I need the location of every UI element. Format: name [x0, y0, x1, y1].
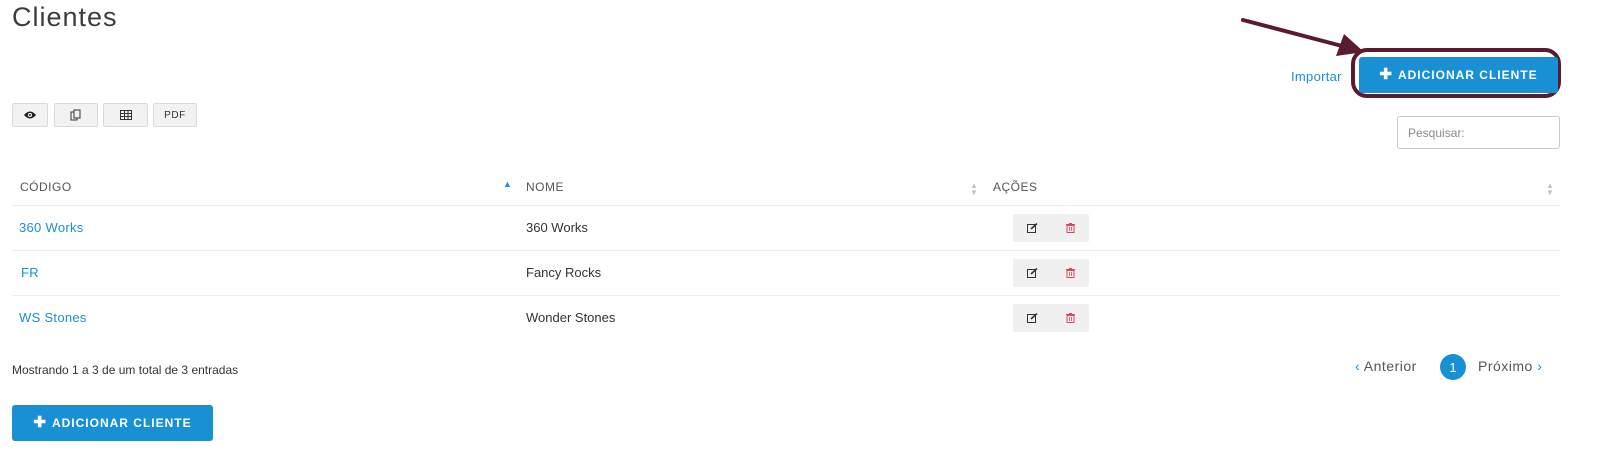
delete-button[interactable] — [1051, 259, 1089, 287]
search-input[interactable] — [1397, 116, 1560, 149]
pagination-next[interactable]: Próximo › — [1478, 358, 1542, 374]
add-client-button-bottom[interactable]: ✚ ADICIONAR CLIENTE — [12, 405, 213, 441]
table-icon — [119, 110, 132, 120]
row-actions — [1013, 259, 1089, 287]
sort-both-icon: ▲ ▼ — [970, 181, 978, 197]
column-visibility-button[interactable] — [12, 103, 48, 127]
client-name: Wonder Stones — [526, 310, 616, 325]
row-actions — [1013, 304, 1089, 332]
pagination-next-label: Próximo — [1478, 358, 1533, 374]
edit-icon — [1026, 268, 1038, 278]
client-code-link[interactable]: FR — [21, 265, 39, 280]
sort-both-icon: ▲ ▼ — [1546, 181, 1554, 197]
plus-icon: ✚ — [1379, 66, 1393, 83]
copy-icon — [70, 109, 81, 121]
table-divider — [12, 250, 1560, 251]
delete-button[interactable] — [1051, 304, 1089, 332]
client-code-link[interactable]: 360 Works — [19, 220, 84, 235]
edit-button[interactable] — [1013, 304, 1051, 332]
row-actions — [1013, 214, 1089, 242]
column-header-actions: AÇÕES — [993, 180, 1038, 194]
trash-icon — [1065, 313, 1075, 323]
client-name: Fancy Rocks — [526, 265, 602, 280]
page-title: Clientes — [12, 2, 118, 32]
pdf-label: PDF — [164, 109, 186, 121]
table-info: Mostrando 1 a 3 de um total de 3 entrada… — [12, 363, 239, 377]
client-code-link[interactable]: WS Stones — [19, 310, 87, 325]
table-divider — [12, 295, 1560, 296]
pagination-page-current[interactable]: 1 — [1440, 354, 1466, 380]
edit-icon — [1026, 223, 1038, 233]
annotation-arrow-icon — [1241, 18, 1364, 56]
client-name: 360 Works — [526, 220, 588, 235]
sort-asc-icon: ▲ — [503, 179, 512, 189]
column-header-code[interactable]: CÓDIGO — [20, 180, 72, 194]
chevron-left-icon: ‹ — [1355, 358, 1361, 374]
pagination-prev-label: Anterior — [1363, 358, 1417, 374]
import-link[interactable]: Importar — [1291, 69, 1342, 84]
copy-button[interactable] — [54, 103, 98, 127]
table-divider — [12, 205, 1560, 206]
eye-icon — [24, 111, 36, 119]
edit-button[interactable] — [1013, 259, 1051, 287]
plus-icon: ✚ — [33, 414, 47, 431]
pagination-prev[interactable]: ‹ Anterior — [1355, 358, 1417, 374]
delete-button[interactable] — [1051, 214, 1089, 242]
trash-icon — [1065, 223, 1075, 233]
chevron-right-icon: › — [1537, 358, 1543, 374]
add-client-label: ADICIONAR CLIENTE — [51, 416, 192, 430]
edit-icon — [1026, 313, 1038, 323]
add-client-label: ADICIONAR CLIENTE — [1397, 68, 1538, 82]
edit-button[interactable] — [1013, 214, 1051, 242]
pdf-export-button[interactable]: PDF — [153, 103, 197, 127]
column-header-name[interactable]: NOME — [526, 180, 564, 194]
add-client-button[interactable]: ✚ ADICIONAR CLIENTE — [1359, 57, 1558, 93]
excel-export-button[interactable] — [103, 103, 148, 127]
trash-icon — [1065, 268, 1075, 278]
